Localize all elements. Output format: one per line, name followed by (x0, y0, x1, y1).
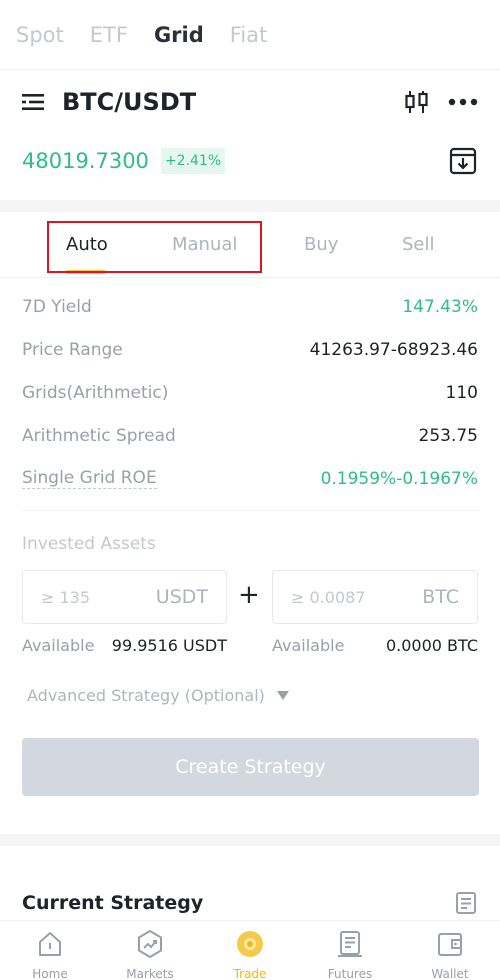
nav-trade[interactable]: Trade (210, 929, 290, 980)
advanced-strategy-toggle[interactable]: Advanced Strategy (Optional) (27, 686, 289, 705)
top-tab-bar: Spot ETF Grid Fiat (0, 0, 500, 70)
divider (22, 510, 478, 511)
tab-buy[interactable]: Buy (304, 234, 338, 255)
invested-assets-label: Invested Assets (22, 534, 156, 554)
nav-futures[interactable]: Futures (310, 929, 390, 980)
nav-futures-label: Futures (327, 967, 373, 980)
range-label: Price Range (22, 339, 123, 360)
more-icon[interactable] (448, 97, 478, 107)
futures-icon (338, 931, 362, 957)
markets-icon (138, 930, 162, 958)
pair-actions (404, 89, 478, 115)
usdt-available-value: 99.9516 USDT (111, 635, 227, 655)
info-row-roe: Single Grid ROE 0.1959%-0.1967% (22, 457, 478, 500)
strategy-info: 7D Yield 147.43% Price Range 41263.97-68… (22, 285, 478, 500)
btc-unit: BTC (422, 586, 459, 608)
price-row: 48019.7300 +2.41% (22, 142, 478, 180)
download-icon[interactable] (448, 146, 478, 176)
plus-sign: + (238, 580, 260, 610)
section-separator (0, 200, 500, 212)
info-row-range: Price Range 41263.97-68923.46 (22, 328, 478, 371)
pair-name[interactable]: BTC/USDT (62, 88, 196, 116)
nav-markets[interactable]: Markets (110, 929, 190, 980)
last-price: 48019.7300 (22, 149, 149, 173)
document-icon[interactable] (455, 891, 477, 915)
info-row-spread: Arithmetic Spread 253.75 (22, 414, 478, 457)
current-strategy-title: Current Strategy (22, 892, 204, 914)
tab-grid[interactable]: Grid (154, 23, 204, 47)
tab-sell[interactable]: Sell (402, 234, 435, 255)
range-value: 41263.97-68923.46 (309, 339, 478, 360)
btc-amount-input[interactable]: ≥ 0.0087 BTC (272, 570, 478, 624)
grids-label: Grids(Arithmetic) (22, 382, 169, 403)
yield-value: 147.43% (402, 296, 478, 317)
grids-value: 110 (445, 382, 478, 403)
price-change-badge: +2.41% (160, 148, 226, 174)
nav-home[interactable]: Home (10, 929, 90, 980)
candlestick-icon[interactable] (404, 89, 430, 115)
spread-label: Arithmetic Spread (22, 425, 176, 446)
roe-label[interactable]: Single Grid ROE (22, 468, 157, 489)
wallet-icon (438, 933, 462, 956)
home-icon (39, 932, 61, 956)
tab-spot[interactable]: Spot (16, 23, 64, 47)
nav-wallet-label: Wallet (431, 967, 469, 980)
yield-label: 7D Yield (22, 296, 92, 317)
roe-value: 0.1959%-0.1967% (320, 468, 478, 489)
spread-value: 253.75 (418, 425, 478, 446)
menu-icon[interactable] (22, 92, 48, 112)
tab-fiat[interactable]: Fiat (230, 23, 268, 47)
btc-available-value: 0.0000 BTC (385, 635, 478, 655)
tab-etf[interactable]: ETF (90, 23, 128, 47)
usdt-unit: USDT (155, 586, 208, 608)
nav-home-label: Home (32, 967, 68, 980)
nav-wallet[interactable]: Wallet (410, 929, 490, 980)
btc-placeholder: ≥ 0.0087 (291, 587, 366, 607)
trade-icon (237, 931, 263, 957)
bottom-nav: Home Markets Trade Futures Wallet (0, 920, 500, 980)
section-separator (0, 834, 500, 846)
usdt-available: Available 99.9516 USDT (22, 633, 227, 657)
caret-down-icon (276, 691, 289, 700)
btc-available-label: Available (272, 635, 345, 655)
nav-markets-label: Markets (126, 967, 174, 980)
usdt-placeholder: ≥ 135 (41, 587, 91, 607)
btc-available: Available 0.0000 BTC (272, 633, 478, 657)
info-row-yield: 7D Yield 147.43% (22, 285, 478, 328)
nav-trade-label: Trade (233, 967, 267, 980)
create-strategy-button[interactable]: Create Strategy (22, 738, 479, 796)
pair-header: BTC/USDT (22, 82, 478, 122)
highlight-box (47, 221, 262, 273)
advanced-strategy-label: Advanced Strategy (Optional) (27, 686, 265, 705)
info-row-grids: Grids(Arithmetic) 110 (22, 371, 478, 414)
usdt-amount-input[interactable]: ≥ 135 USDT (22, 570, 227, 624)
usdt-available-label: Available (22, 635, 95, 655)
